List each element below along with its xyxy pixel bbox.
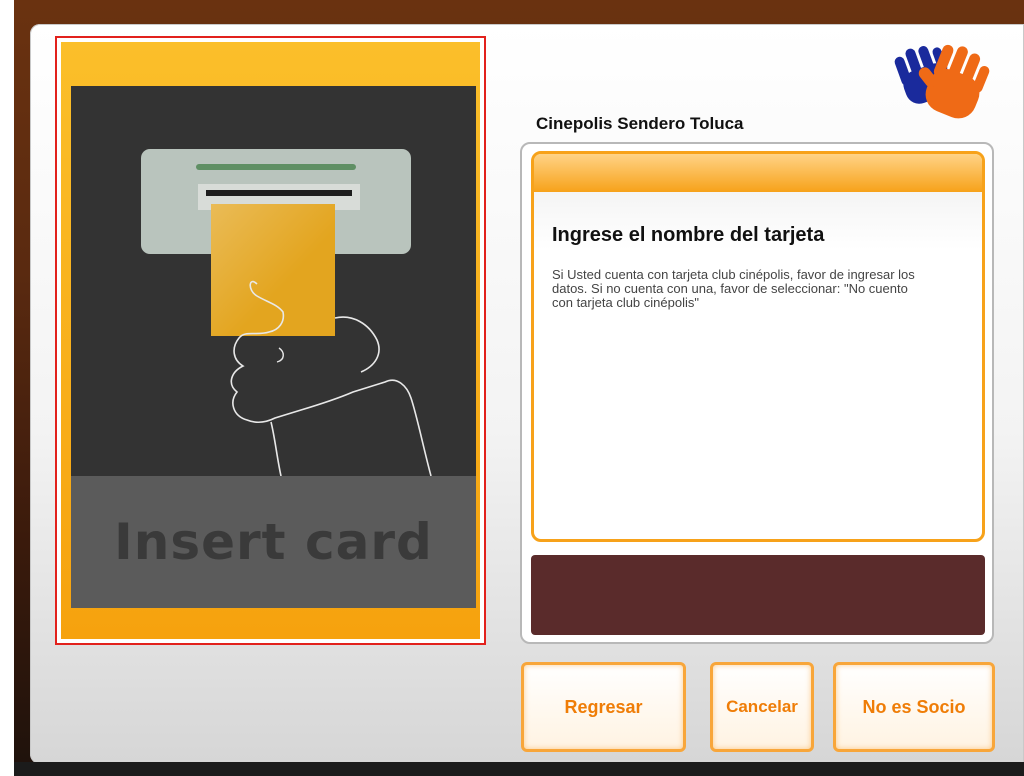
insert-card-label: Insert card [114,513,433,571]
not-member-button[interactable]: No es Socio [833,662,995,752]
bottom-strip [14,762,1024,776]
instructions-text: Si Usted cuenta con tarjeta club cinépol… [552,267,915,310]
cancel-button[interactable]: Cancelar [710,662,814,752]
instructions-card-header [534,154,982,192]
card-reader-panel: Insert card [55,36,486,645]
card-insert-illustration [141,149,432,476]
card-shine [211,204,335,336]
window-edge [0,0,14,776]
waving-hands-logo-icon [894,44,990,119]
instructions-card: Ingrese el nombre del tarjeta Si Usted c… [531,151,985,542]
slot-indicator-light [196,164,356,170]
location-title: Cinepolis Sendero Toluca [536,114,744,133]
back-button[interactable]: Regresar [521,662,686,752]
message-bar [531,555,985,635]
card-reader-frame: Insert card [61,42,480,639]
card-slot-opening [206,190,352,196]
hand-thumb-outline [334,316,380,373]
wrist-outline [270,421,282,476]
finger-crease [276,347,284,363]
instructions-title: Ingrese el nombre del tarjeta [552,224,825,246]
card-reader-screen: Insert card [71,86,476,608]
